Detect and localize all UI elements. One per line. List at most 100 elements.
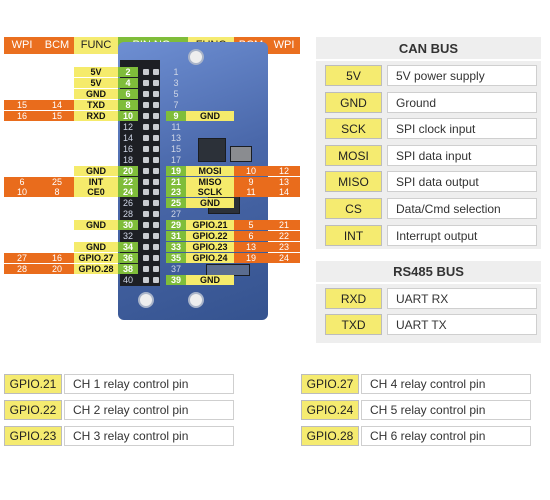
func-left: INT bbox=[74, 176, 118, 187]
pin-num-even: 12 bbox=[122, 121, 133, 132]
pin-num-even: 20 bbox=[118, 165, 138, 176]
wpi-right: 24 bbox=[268, 253, 300, 264]
pin-num-odd: 17 bbox=[170, 154, 181, 165]
relay-gpio-label: GPIO.23 bbox=[4, 426, 62, 446]
header-pin bbox=[143, 266, 149, 273]
func-right: GND bbox=[186, 198, 234, 209]
header-pin bbox=[143, 90, 149, 97]
header-pin bbox=[153, 167, 159, 174]
mount-hole bbox=[138, 292, 154, 308]
wpi-left: 15 bbox=[4, 99, 40, 110]
can-bus-signal: MISO bbox=[325, 171, 382, 193]
func-right: GND bbox=[186, 110, 234, 121]
func-left: GND bbox=[74, 165, 118, 176]
divider bbox=[316, 59, 541, 61]
wpi-right: 12 bbox=[268, 165, 300, 176]
func-right: GND bbox=[186, 275, 234, 286]
header-pin bbox=[143, 255, 149, 262]
header-pin bbox=[153, 79, 159, 86]
header-pin bbox=[153, 90, 159, 97]
bcm-left: 20 bbox=[40, 264, 74, 275]
pin-num-odd: 31 bbox=[166, 231, 186, 242]
rs485-bus-panel: RS485 BUS RXD UART RX TXD UART TX bbox=[316, 261, 541, 343]
wpi-right: 21 bbox=[268, 220, 300, 231]
pin-num-odd: 19 bbox=[166, 165, 186, 176]
header-pin bbox=[143, 244, 149, 251]
board-component bbox=[230, 146, 252, 162]
pin-num-odd: 37 bbox=[170, 264, 181, 275]
pin-num-odd: 27 bbox=[170, 209, 181, 220]
pin-num-odd: 23 bbox=[166, 187, 186, 198]
can-bus-signal: INT bbox=[325, 224, 382, 246]
pin-num-even: 18 bbox=[122, 154, 133, 165]
header-pin bbox=[143, 79, 149, 86]
rs485-bus-signal: RXD bbox=[325, 288, 382, 309]
header-func-left: FUNC bbox=[74, 37, 118, 54]
pin-num-even: 24 bbox=[118, 187, 138, 198]
bcm-left: 8 bbox=[40, 187, 74, 198]
pin-num-even: 10 bbox=[118, 110, 138, 121]
pin-num-odd: 15 bbox=[170, 143, 181, 154]
rs485-bus-title: RS485 BUS bbox=[393, 264, 464, 279]
func-right: GPIO.21 bbox=[186, 220, 234, 231]
pin-num-odd: 25 bbox=[166, 198, 186, 209]
header-bcm-left: BCM bbox=[40, 37, 74, 54]
mount-hole bbox=[188, 292, 204, 308]
can-bus-title: CAN BUS bbox=[398, 41, 459, 56]
bcm-right: 5 bbox=[234, 220, 268, 231]
pin-num-even: 4 bbox=[118, 77, 138, 88]
header-pin bbox=[143, 101, 149, 108]
header-pin bbox=[153, 178, 159, 185]
func-left: 5V bbox=[74, 77, 118, 88]
pin-num-odd: 35 bbox=[166, 253, 186, 264]
pin-num-even: 32 bbox=[122, 231, 133, 242]
pin-num-odd: 3 bbox=[173, 77, 179, 88]
header-pin bbox=[153, 200, 159, 207]
func-left: GND bbox=[74, 88, 118, 99]
pin-num-odd: 11 bbox=[171, 121, 181, 132]
pin-num-even: 30 bbox=[118, 220, 138, 231]
divider bbox=[316, 282, 541, 284]
rs485-bus-signal: TXD bbox=[325, 314, 382, 335]
func-right: SCLK bbox=[186, 187, 234, 198]
can-bus-panel: CAN BUS 5V 5V power supply GND Ground SCK SPI… bbox=[316, 37, 541, 249]
can-bus-description: SPI clock input bbox=[387, 118, 537, 140]
relay-gpio-label: GPIO.22 bbox=[4, 400, 62, 420]
func-left: GND bbox=[74, 242, 118, 253]
func-left: TXD bbox=[74, 99, 118, 110]
wpi-left: 27 bbox=[4, 253, 40, 264]
header-pin bbox=[143, 167, 149, 174]
relay-description: CH 4 relay control pin bbox=[361, 374, 531, 394]
header-pin bbox=[153, 277, 159, 284]
pin-num-odd: 29 bbox=[166, 220, 186, 231]
relay-gpio-label: GPIO.28 bbox=[301, 426, 359, 446]
mount-hole bbox=[188, 49, 204, 65]
pin-num-odd: 9 bbox=[166, 110, 186, 121]
func-left: CE0 bbox=[74, 187, 118, 198]
pin-num-even: 40 bbox=[122, 275, 133, 286]
pin-num-even: 2 bbox=[118, 67, 138, 77]
can-bus-description: Interrupt output bbox=[387, 224, 537, 246]
header-pin bbox=[153, 244, 159, 251]
header-pin bbox=[153, 112, 159, 119]
bcm-right: 10 bbox=[234, 165, 268, 176]
pin-num-odd: 7 bbox=[173, 99, 179, 110]
bcm-left: 25 bbox=[40, 176, 74, 187]
relay-description: CH 2 relay control pin bbox=[64, 400, 234, 420]
pin-num-odd: 5 bbox=[173, 88, 179, 99]
relay-gpio-label: GPIO.21 bbox=[4, 374, 62, 394]
func-left: GND bbox=[74, 220, 118, 231]
wpi-left: 16 bbox=[4, 110, 40, 121]
wpi-right: 13 bbox=[268, 176, 300, 187]
can-bus-description: 5V power supply bbox=[387, 65, 537, 86]
func-left: GPIO.27 bbox=[74, 253, 118, 264]
pin-num-even: 34 bbox=[118, 242, 138, 253]
bcm-right: 9 bbox=[234, 176, 268, 187]
pin-num-even: 26 bbox=[122, 198, 133, 209]
header-pin bbox=[153, 134, 159, 141]
wpi-left: 6 bbox=[4, 176, 40, 187]
pin-num-even: 16 bbox=[122, 143, 133, 154]
header-pin bbox=[153, 266, 159, 273]
header-pin bbox=[153, 222, 159, 229]
pin-num-odd: 21 bbox=[166, 176, 186, 187]
